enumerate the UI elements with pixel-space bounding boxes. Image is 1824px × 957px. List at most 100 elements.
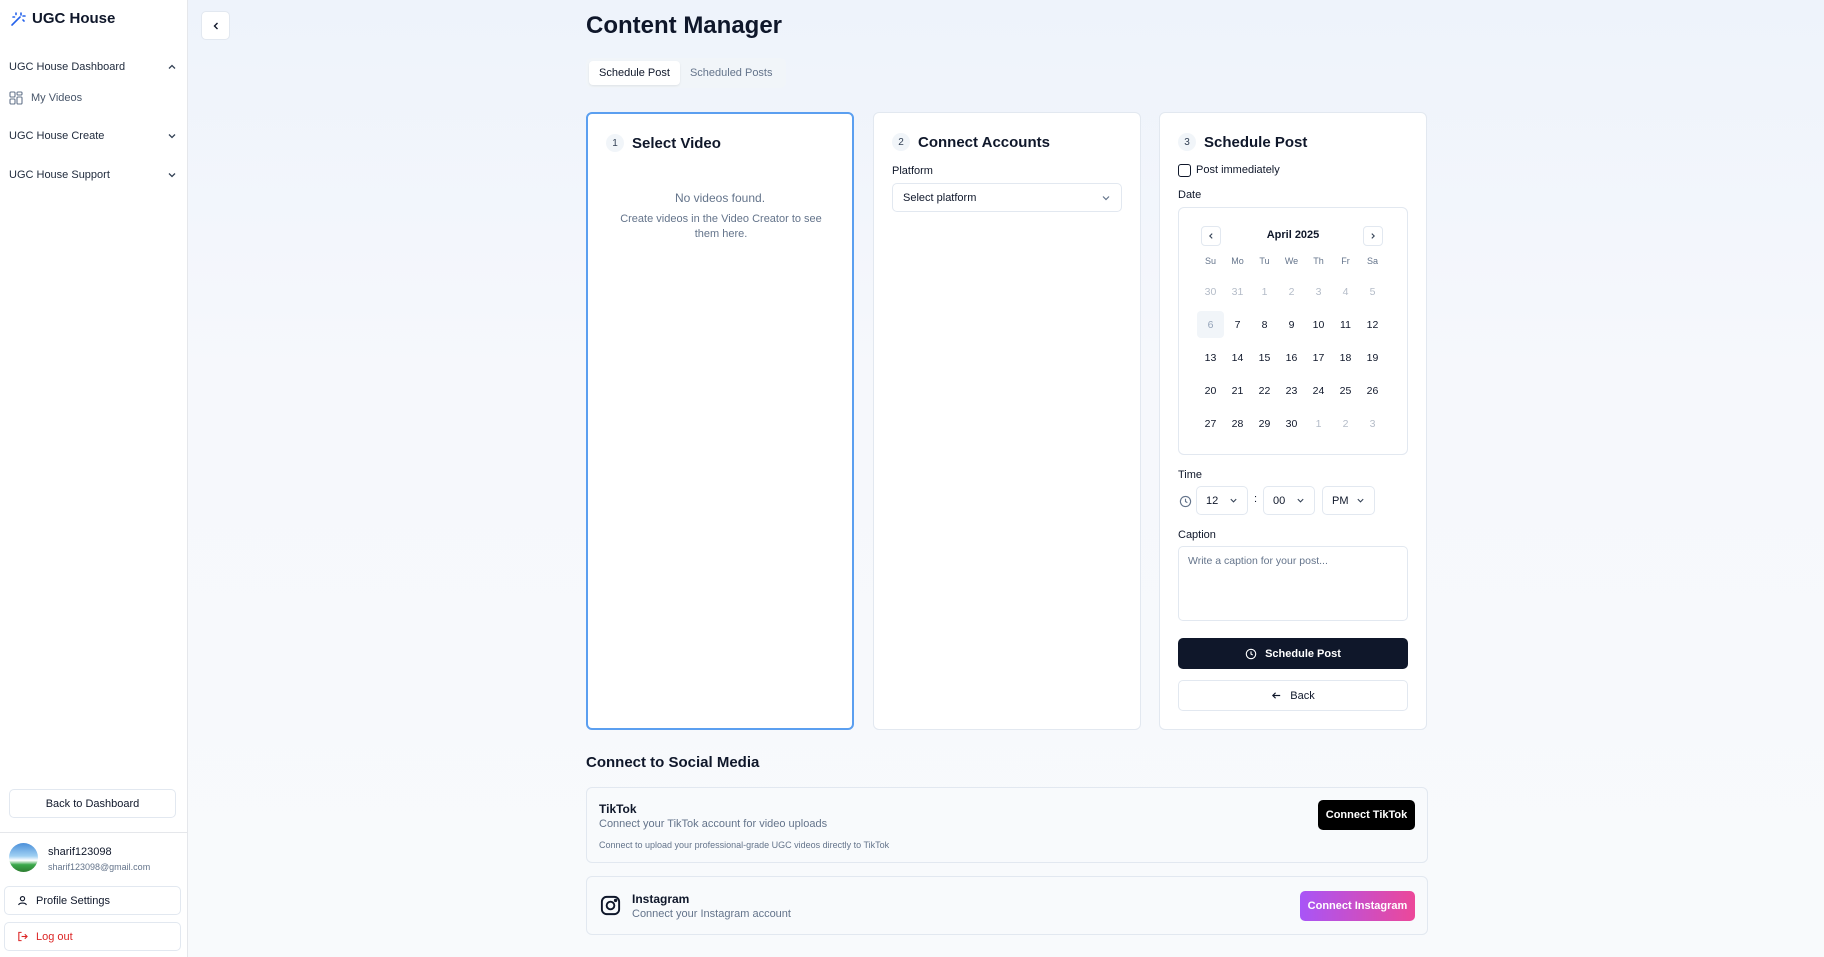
minute-value: 00 bbox=[1273, 494, 1286, 507]
calendar-day[interactable]: 29 bbox=[1251, 410, 1278, 437]
calendar-day[interactable]: 4 bbox=[1332, 278, 1359, 305]
tiktok-description: Connect your TikTok account for video up… bbox=[599, 818, 828, 830]
instagram-name: Instagram bbox=[632, 892, 690, 906]
sidebar-item-my-videos[interactable]: My Videos bbox=[9, 91, 82, 105]
calendar-day[interactable]: 22 bbox=[1251, 377, 1278, 404]
magic-wand-icon bbox=[10, 11, 26, 27]
calendar-day[interactable]: 20 bbox=[1197, 377, 1224, 404]
step-number: 3 bbox=[1178, 133, 1196, 151]
logout-label: Log out bbox=[36, 930, 73, 943]
clock-icon bbox=[1179, 495, 1192, 508]
calendar-week: 30 31 1 2 3 4 5 bbox=[1197, 272, 1391, 305]
calendar-day[interactable]: 7 bbox=[1224, 311, 1251, 338]
calendar-day[interactable]: 18 bbox=[1332, 344, 1359, 371]
chevron-down-icon bbox=[167, 131, 177, 141]
tab-scheduled-posts[interactable]: Scheduled Posts bbox=[680, 61, 783, 85]
brand[interactable]: UGC House bbox=[10, 10, 115, 27]
calendar-day[interactable]: 3 bbox=[1305, 278, 1332, 305]
step-number: 2 bbox=[892, 133, 910, 151]
profile-settings-button[interactable]: Profile Settings bbox=[4, 886, 181, 915]
page-title: Content Manager bbox=[586, 12, 783, 39]
social-section-title: Connect to Social Media bbox=[586, 754, 760, 771]
back-button[interactable]: Back bbox=[1178, 680, 1408, 711]
nav-group-support[interactable]: UGC House Support bbox=[9, 169, 177, 181]
chevron-down-icon bbox=[1101, 193, 1111, 203]
calendar-day[interactable]: 30 bbox=[1278, 410, 1305, 437]
calendar-day[interactable]: 25 bbox=[1332, 377, 1359, 404]
calendar-day[interactable]: 28 bbox=[1224, 410, 1251, 437]
tab-schedule-post[interactable]: Schedule Post bbox=[589, 61, 680, 85]
schedule-post-button[interactable]: Schedule Post bbox=[1178, 638, 1408, 669]
avatar[interactable] bbox=[9, 843, 38, 872]
brand-name: UGC House bbox=[32, 10, 116, 27]
calendar-day[interactable]: 26 bbox=[1359, 377, 1386, 404]
weekday-label: Mo bbox=[1231, 256, 1244, 266]
calendar-day-today[interactable]: 6 bbox=[1197, 311, 1224, 338]
collapse-sidebar-button[interactable] bbox=[201, 11, 230, 40]
hour-select[interactable]: 12 bbox=[1196, 486, 1248, 515]
instagram-card: Instagram Connect your Instagram account… bbox=[586, 876, 1428, 935]
sidebar-item-label: My Videos bbox=[31, 92, 83, 104]
next-month-button[interactable] bbox=[1363, 226, 1383, 246]
caption-input[interactable]: Write a caption for your post... bbox=[1178, 546, 1408, 621]
calendar-day[interactable]: 12 bbox=[1359, 311, 1386, 338]
chevron-left-icon bbox=[211, 21, 221, 31]
nav-group-create[interactable]: UGC House Create bbox=[9, 130, 177, 142]
empty-state-title: No videos found. bbox=[674, 191, 766, 205]
calendar-day[interactable]: 30 bbox=[1197, 278, 1224, 305]
period-select[interactable]: PM bbox=[1322, 486, 1375, 515]
logout-icon bbox=[17, 931, 28, 942]
calendar-day[interactable]: 23 bbox=[1278, 377, 1305, 404]
weekday-label: We bbox=[1284, 256, 1299, 266]
post-immediately-label[interactable]: Post immediately bbox=[1196, 164, 1280, 176]
connect-instagram-button[interactable]: Connect Instagram bbox=[1300, 891, 1415, 921]
weekday-label: Su bbox=[1204, 256, 1216, 266]
calendar-day[interactable]: 24 bbox=[1305, 377, 1332, 404]
calendar-grid: Su Mo Tu We Th Fr Sa 30 31 1 2 3 4 5 6 7… bbox=[1197, 256, 1391, 437]
calendar-week: 13 14 15 16 17 18 19 bbox=[1197, 338, 1391, 371]
step-number: 1 bbox=[606, 134, 624, 152]
weekday-label: Sa bbox=[1366, 256, 1378, 266]
calendar-day[interactable]: 17 bbox=[1305, 344, 1332, 371]
schedule-post-card: 3 Schedule Post Post immediately Date Ap… bbox=[1159, 112, 1427, 730]
calendar-day[interactable]: 8 bbox=[1251, 311, 1278, 338]
profile-settings-label: Profile Settings bbox=[36, 894, 110, 907]
calendar-day[interactable]: 13 bbox=[1197, 344, 1224, 371]
nav-group-dashboard[interactable]: UGC House Dashboard bbox=[9, 61, 177, 73]
caption-label: Caption bbox=[1178, 529, 1216, 541]
calendar-day[interactable]: 31 bbox=[1224, 278, 1251, 305]
platform-label: Platform bbox=[892, 165, 933, 177]
calendar-day[interactable]: 2 bbox=[1278, 278, 1305, 305]
calendar-day[interactable]: 15 bbox=[1251, 344, 1278, 371]
calendar-day[interactable]: 5 bbox=[1359, 278, 1386, 305]
calendar-day[interactable]: 2 bbox=[1332, 410, 1359, 437]
chevron-down-icon bbox=[1229, 496, 1238, 505]
hour-value: 12 bbox=[1206, 494, 1219, 507]
connect-tiktok-button[interactable]: Connect TikTok bbox=[1318, 800, 1415, 830]
calendar-day[interactable]: 1 bbox=[1305, 410, 1332, 437]
sidebar: UGC House UGC House Dashboard My Videos … bbox=[0, 0, 188, 957]
period-value: PM bbox=[1332, 494, 1349, 507]
calendar-day[interactable]: 9 bbox=[1278, 311, 1305, 338]
chevron-right-icon bbox=[1369, 232, 1377, 240]
tiktok-name: TikTok bbox=[599, 802, 637, 816]
post-immediately-checkbox[interactable] bbox=[1178, 164, 1191, 177]
user-email: sharif123098@gmail.com bbox=[48, 862, 151, 872]
nav-group-label: UGC House Support bbox=[9, 169, 110, 181]
calendar-day[interactable]: 19 bbox=[1359, 344, 1386, 371]
weekday-label: Fr bbox=[1341, 256, 1350, 266]
calendar-day[interactable]: 27 bbox=[1197, 410, 1224, 437]
calendar-day[interactable]: 3 bbox=[1359, 410, 1386, 437]
calendar-day[interactable]: 14 bbox=[1224, 344, 1251, 371]
calendar-day[interactable]: 10 bbox=[1305, 311, 1332, 338]
minute-select[interactable]: 00 bbox=[1263, 486, 1315, 515]
calendar-day[interactable]: 11 bbox=[1332, 311, 1359, 338]
back-to-dashboard-button[interactable]: Back to Dashboard bbox=[9, 789, 176, 818]
logout-button[interactable]: Log out bbox=[4, 922, 181, 951]
select-video-card[interactable]: 1 Select Video No videos found. Create v… bbox=[586, 112, 854, 730]
platform-select[interactable]: Select platform bbox=[892, 183, 1122, 212]
calendar-day[interactable]: 1 bbox=[1251, 278, 1278, 305]
time-label: Time bbox=[1178, 469, 1203, 481]
calendar-day[interactable]: 16 bbox=[1278, 344, 1305, 371]
calendar-day[interactable]: 21 bbox=[1224, 377, 1251, 404]
